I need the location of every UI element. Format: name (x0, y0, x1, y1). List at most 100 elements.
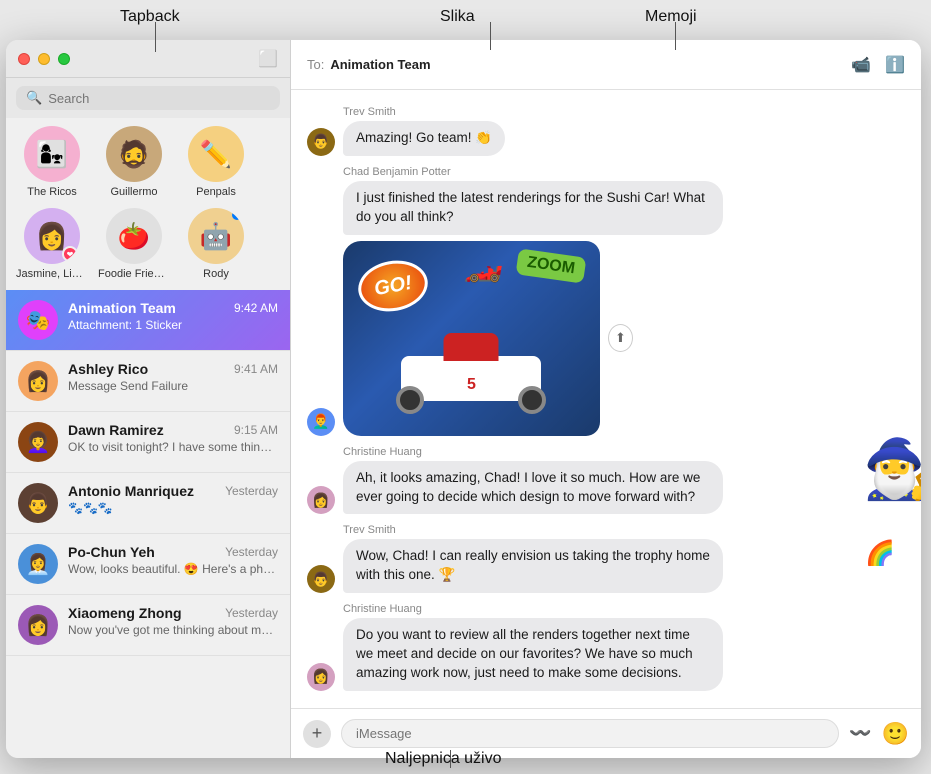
conv-ashley-rico-details: Ashley Rico 9:41 AM Message Send Failure (68, 361, 278, 393)
conv-xiaomeng-zhong-details: Xiaomeng Zhong Yesterday Now you've got … (68, 605, 278, 637)
msg-bubble-chad-text: I just finished the latest renderings fo… (343, 181, 723, 235)
contact-rody-name: Rody (180, 268, 252, 280)
car-wheel-right (518, 386, 546, 414)
msg-bubble-3: Ah, it looks amazing, Chad! I love it so… (343, 461, 723, 515)
conv-ashley-rico-preview: Message Send Failure (68, 379, 278, 393)
chat-header: To: Animation Team 📹 ℹ️ (291, 40, 921, 90)
info-button[interactable]: ℹ️ (885, 55, 905, 75)
conv-animation-team[interactable]: 🎭 Animation Team 9:42 AM Attachment: 1 S… (6, 290, 290, 351)
maximize-button[interactable] (58, 53, 70, 65)
contact-penpals-name: Penpals (180, 186, 252, 198)
conv-animation-team-time: 9:42 AM (234, 301, 278, 315)
rody-dot-badge (232, 210, 242, 220)
conv-antonio-manriquez[interactable]: 👨 Antonio Manriquez Yesterday 🐾🐾🐾 (6, 473, 290, 534)
msg-row-1: 👨 Amazing! Go team! 👏 (307, 121, 905, 156)
contacts-row-1: 👩‍👧 The Ricos 🧔 Guillermo ✏️ Penpals (6, 118, 290, 208)
add-button[interactable]: + (303, 720, 331, 748)
chat-header-actions: 📹 ℹ️ (851, 55, 905, 75)
conv-antonio-manriquez-name: Antonio Manriquez (68, 483, 194, 499)
msg-row-3: 👩 Ah, it looks amazing, Chad! I love it … (307, 461, 905, 515)
conv-dawn-ramirez-name: Dawn Ramirez (68, 422, 164, 438)
contact-ricos-name: The Ricos (16, 186, 88, 198)
search-input[interactable] (48, 91, 270, 106)
conv-po-chun-yeh[interactable]: 👩‍💼 Po-Chun Yeh Yesterday Wow, looks bea… (6, 534, 290, 595)
contacts-row-2: 👩 ❤ Jasmine, Liz &... 🍅 Foodie Friends 🤖… (6, 208, 290, 290)
conv-xiaomeng-zhong-name: Xiaomeng Zhong (68, 605, 182, 621)
search-icon: 🔍 (26, 90, 42, 106)
sushi-car-image: GO! ZOOM 🏎️ (343, 241, 600, 436)
sushi-car-image-wrapper: GO! ZOOM 🏎️ (343, 241, 633, 436)
close-button[interactable] (18, 53, 30, 65)
compose-button[interactable]: ⬜ (258, 49, 278, 69)
minimize-button[interactable] (38, 53, 50, 65)
conv-animation-team-details: Animation Team 9:42 AM Attachment: 1 Sti… (68, 300, 278, 332)
search-bar: 🔍 (6, 78, 290, 118)
sidebar: ⬜ 🔍 👩‍👧 The Ricos 🧔 Guillermo (6, 40, 291, 758)
msg-sender-trev-1: Trev Smith (343, 106, 905, 118)
contact-foodie-name: Foodie Friends (98, 268, 170, 280)
chat-to-label: To: (307, 57, 324, 72)
emoji-button[interactable]: 🙂 (882, 721, 909, 747)
car-wheel-left (396, 386, 424, 414)
contact-penpals[interactable]: ✏️ Penpals (180, 126, 252, 198)
msg-sender-chad: Chad Benjamin Potter (343, 166, 905, 178)
sidebar-titlebar: ⬜ (6, 40, 290, 78)
conv-dawn-ramirez-preview: OK to visit tonight? I have some things … (68, 440, 278, 454)
zoom-sticker: ZOOM (515, 248, 586, 283)
msg-sender-christine-2: Christine Huang (343, 603, 905, 615)
memoji-label: Memoji (645, 8, 697, 26)
tapback-label: Tapback (120, 8, 180, 26)
input-bar: + 〰️ 🙂 (291, 708, 921, 758)
chat-area: To: Animation Team 📹 ℹ️ Trev Smith 👨 Ama… (291, 40, 921, 758)
conv-xiaomeng-zhong[interactable]: 👩 Xiaomeng Zhong Yesterday Now you've go… (6, 595, 290, 656)
msg-avatar-christine-1: 👩 (307, 486, 335, 514)
message-input[interactable] (341, 719, 839, 748)
contact-guillermo[interactable]: 🧔 Guillermo (98, 126, 170, 198)
contact-jasmine-name: Jasmine, Liz &... (16, 268, 88, 280)
slika-label: Slika (440, 8, 475, 26)
msg-avatar-trev-1: 👨 (307, 128, 335, 156)
msg-row-5: 👩 Do you want to review all the renders … (307, 618, 905, 691)
conv-po-chun-yeh-name: Po-Chun Yeh (68, 544, 155, 560)
jasmine-badge: ❤ (62, 246, 78, 262)
search-wrapper: 🔍 (16, 86, 280, 110)
go-sticker: GO! (354, 255, 432, 316)
conv-dawn-ramirez[interactable]: 👩‍🦱 Dawn Ramirez 9:15 AM OK to visit ton… (6, 412, 290, 473)
msg-avatar-christine-2: 👩 (307, 663, 335, 691)
share-button[interactable]: ⬆ (608, 324, 633, 352)
helmet-figure: 🏎️ (464, 246, 504, 284)
conversation-list: 🎭 Animation Team 9:42 AM Attachment: 1 S… (6, 290, 290, 758)
msg-avatar-chad: 👨‍🦰 (307, 408, 335, 436)
conv-antonio-manriquez-details: Antonio Manriquez Yesterday 🐾🐾🐾 (68, 483, 278, 515)
conv-po-chun-yeh-details: Po-Chun Yeh Yesterday Wow, looks beautif… (68, 544, 278, 576)
conv-dawn-ramirez-details: Dawn Ramirez 9:15 AM OK to visit tonight… (68, 422, 278, 454)
contact-rody[interactable]: 🤖 Rody (180, 208, 252, 280)
car-cockpit (444, 333, 499, 361)
waveform-button[interactable]: 〰️ (849, 723, 871, 744)
conv-xiaomeng-zhong-time: Yesterday (225, 606, 278, 620)
contact-ricos[interactable]: 👩‍👧 The Ricos (16, 126, 88, 198)
conv-ashley-rico-name: Ashley Rico (68, 361, 148, 377)
video-call-button[interactable]: 📹 (851, 55, 871, 75)
contact-jasmine[interactable]: 👩 ❤ Jasmine, Liz &... (16, 208, 88, 280)
conv-ashley-rico-time: 9:41 AM (234, 362, 278, 376)
conv-ashley-rico[interactable]: 👩 Ashley Rico 9:41 AM Message Send Failu… (6, 351, 290, 412)
contact-guillermo-name: Guillermo (98, 186, 170, 198)
msg-sender-trev-2: Trev Smith (343, 524, 905, 536)
conv-dawn-ramirez-time: 9:15 AM (234, 423, 278, 437)
app-window: ⬜ 🔍 👩‍👧 The Ricos 🧔 Guillermo (6, 40, 921, 758)
conv-animation-team-name: Animation Team (68, 300, 176, 316)
msg-bubble-4: Wow, Chad! I can really envision us taki… (343, 539, 723, 593)
car-number: 5 (467, 376, 476, 394)
conv-animation-team-preview: Attachment: 1 Sticker (68, 318, 278, 332)
msg-avatar-trev-2: 👨 (307, 565, 335, 593)
contact-foodie[interactable]: 🍅 Foodie Friends (98, 208, 170, 280)
conv-po-chun-yeh-time: Yesterday (225, 545, 278, 559)
messages-container: Trev Smith 👨 Amazing! Go team! 👏 Chad Be… (291, 90, 921, 708)
msg-sender-christine-1: Christine Huang (343, 446, 905, 458)
conv-xiaomeng-zhong-preview: Now you've got me thinking about my next… (68, 623, 278, 637)
conv-po-chun-yeh-preview: Wow, looks beautiful. 😍 Here's a photo o… (68, 562, 278, 576)
msg-bubble-5: Do you want to review all the renders to… (343, 618, 723, 691)
msg-row-4: 👨 Wow, Chad! I can really envision us ta… (307, 539, 905, 593)
chat-recipient: Animation Team (330, 57, 430, 72)
